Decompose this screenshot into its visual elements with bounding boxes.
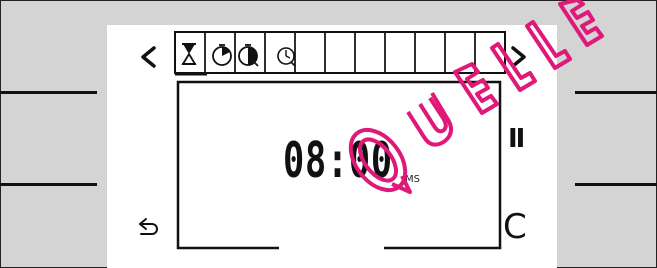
tab-cell[interactable] xyxy=(174,31,206,74)
tab-cell[interactable] xyxy=(324,31,356,74)
tab-cell[interactable] xyxy=(294,31,326,74)
pause-button[interactable]: II xyxy=(508,124,525,154)
next-arrow-icon[interactable] xyxy=(511,46,526,68)
tab-cell[interactable] xyxy=(264,31,296,74)
timer-end-icon[interactable] xyxy=(238,44,259,67)
tab-cell[interactable] xyxy=(444,31,476,74)
timer-start-icon[interactable] xyxy=(212,44,232,66)
previous-arrow-icon[interactable] xyxy=(141,46,156,68)
tab-cell[interactable] xyxy=(354,31,386,74)
hourglass-icon[interactable] xyxy=(181,43,197,65)
undo-icon[interactable] xyxy=(139,218,158,235)
clock-icon[interactable] xyxy=(277,47,296,67)
tab-cell[interactable] xyxy=(384,31,416,74)
time-value-readout: 08:00 xyxy=(283,132,393,189)
tab-cell[interactable] xyxy=(474,31,506,74)
clear-button[interactable]: C xyxy=(503,207,527,247)
time-unit-label: MS xyxy=(405,174,420,185)
tab-cell[interactable] xyxy=(414,31,446,74)
control-panel-screen: 08:00 MS II C xyxy=(0,0,657,268)
